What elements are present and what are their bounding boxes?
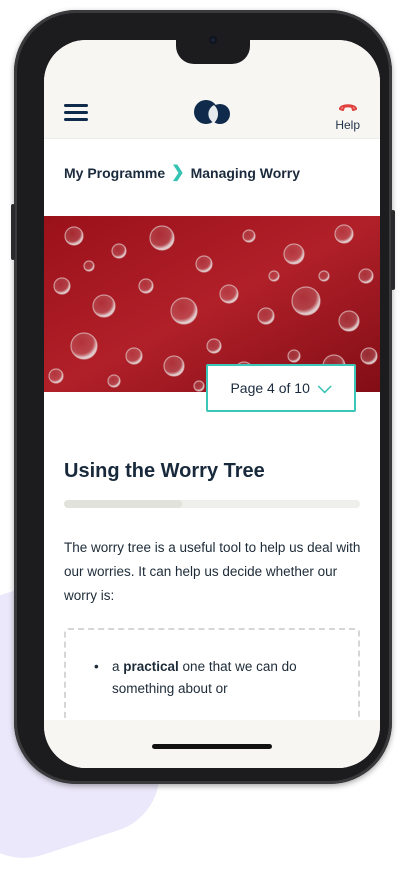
help-label: Help bbox=[335, 118, 360, 132]
breadcrumb-current: Managing Worry bbox=[190, 165, 300, 181]
power-button bbox=[391, 210, 395, 290]
breadcrumb-parent-link[interactable]: My Programme bbox=[64, 165, 165, 181]
home-bar-area bbox=[44, 720, 380, 768]
chevron-down-icon: ⌵ bbox=[317, 376, 332, 397]
app-header: Help bbox=[44, 76, 380, 139]
side-button bbox=[11, 204, 15, 260]
reading-progress-bar bbox=[64, 500, 360, 508]
bullet-bold-text: practical bbox=[123, 659, 179, 674]
article-title: Using the Worry Tree bbox=[64, 460, 265, 482]
chevron-right-icon: ❯ bbox=[171, 164, 185, 181]
article-intro-text: The worry tree is a useful tool to help … bbox=[64, 540, 361, 603]
camera-icon bbox=[209, 36, 217, 44]
phone-screen: Help My Programme ❯ Managing Worry Page … bbox=[44, 40, 380, 768]
hamburger-menu-icon[interactable] bbox=[64, 104, 88, 122]
phone-hangup-icon bbox=[338, 104, 357, 111]
page-indicator-label: Page 4 of 10 bbox=[230, 380, 310, 396]
help-button[interactable]: Help bbox=[335, 98, 360, 132]
bullet-prefix: a bbox=[112, 659, 124, 674]
reading-progress-fill bbox=[64, 500, 183, 508]
two-circle-logo-icon[interactable] bbox=[194, 97, 232, 127]
home-indicator[interactable] bbox=[152, 744, 272, 749]
list-item: a practical one that we can do something… bbox=[94, 656, 334, 700]
breadcrumb: My Programme ❯ Managing Worry bbox=[64, 164, 300, 182]
phone-notch bbox=[176, 36, 250, 64]
page-selector-button[interactable]: Page 4 of 10 ⌵ bbox=[206, 364, 356, 412]
